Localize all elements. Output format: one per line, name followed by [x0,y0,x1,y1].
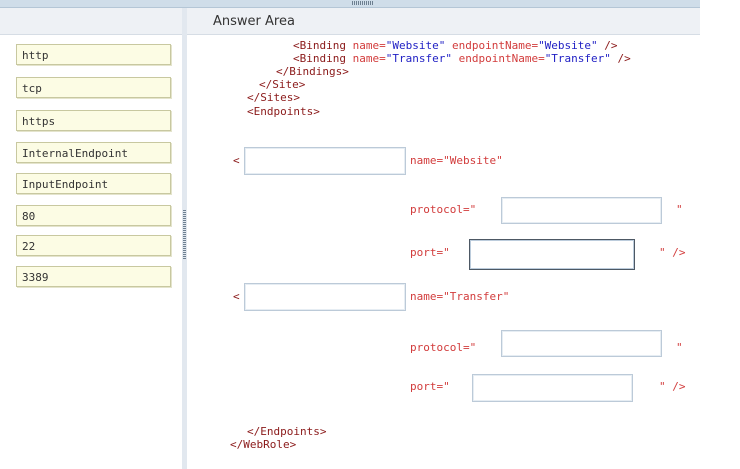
code-endpoint1-port-label: port=" [410,246,450,259]
code-endpoint1-protocol-quote: " [676,203,683,216]
code-line-site-close: </Site> [259,78,306,91]
code-endpoint1-name: name="Website" [410,154,503,167]
code-line-endpoints-close: </Endpoints> [247,425,327,438]
endpoint1-type-drop-target[interactable] [244,147,406,175]
code-line-bindings-close: </Bindings> [276,65,349,78]
code-endpoint1-protocol-label: protocol=" [410,203,477,216]
top-splitter-grip[interactable] [352,1,374,5]
choice-item[interactable]: 3389 [16,266,171,287]
code-lt-endpoint1: < [233,154,240,167]
code-endpoint2-name: name="Transfer" [410,290,510,303]
choice-item[interactable]: InternalEndpoint [16,142,171,163]
endpoint1-protocol-drop-target[interactable] [501,197,662,224]
endpoint2-type-drop-target[interactable] [244,283,406,311]
code-line-webrole-close: </WebRole> [230,438,297,451]
code-endpoint2-protocol-quote: " [676,341,683,354]
code-endpoint1-port-close: " /> [659,246,686,259]
choice-item[interactable]: tcp [16,77,171,98]
endpoint1-port-drop-target[interactable] [469,239,635,270]
code-line-binding-website: <Binding name="Website" endpointName="We… [293,39,618,52]
code-line-sites-close: </Sites> [247,91,300,104]
choice-item[interactable]: http [16,44,171,65]
choice-item[interactable]: InputEndpoint [16,173,171,194]
choices-panel-header [0,8,182,35]
code-endpoint2-port-label: port=" [410,380,450,393]
code-endpoint2-protocol-label: protocol=" [410,341,477,354]
code-line-binding-transfer: <Binding name="Transfer" endpointName="T… [293,52,631,65]
code-line-endpoints-open: <Endpoints> [247,105,320,118]
choice-item[interactable]: https [16,110,171,131]
splitter-grip-icon[interactable] [183,210,186,260]
code-lt-endpoint2: < [233,290,240,303]
endpoint2-port-drop-target[interactable] [472,374,633,402]
choice-item[interactable]: 22 [16,235,171,256]
code-endpoint2-port-close: " /> [659,380,686,393]
answer-area-title: Answer Area [213,14,295,29]
endpoint2-protocol-drop-target[interactable] [501,330,662,357]
choice-item[interactable]: 80 [16,205,171,226]
top-bar [0,0,700,8]
